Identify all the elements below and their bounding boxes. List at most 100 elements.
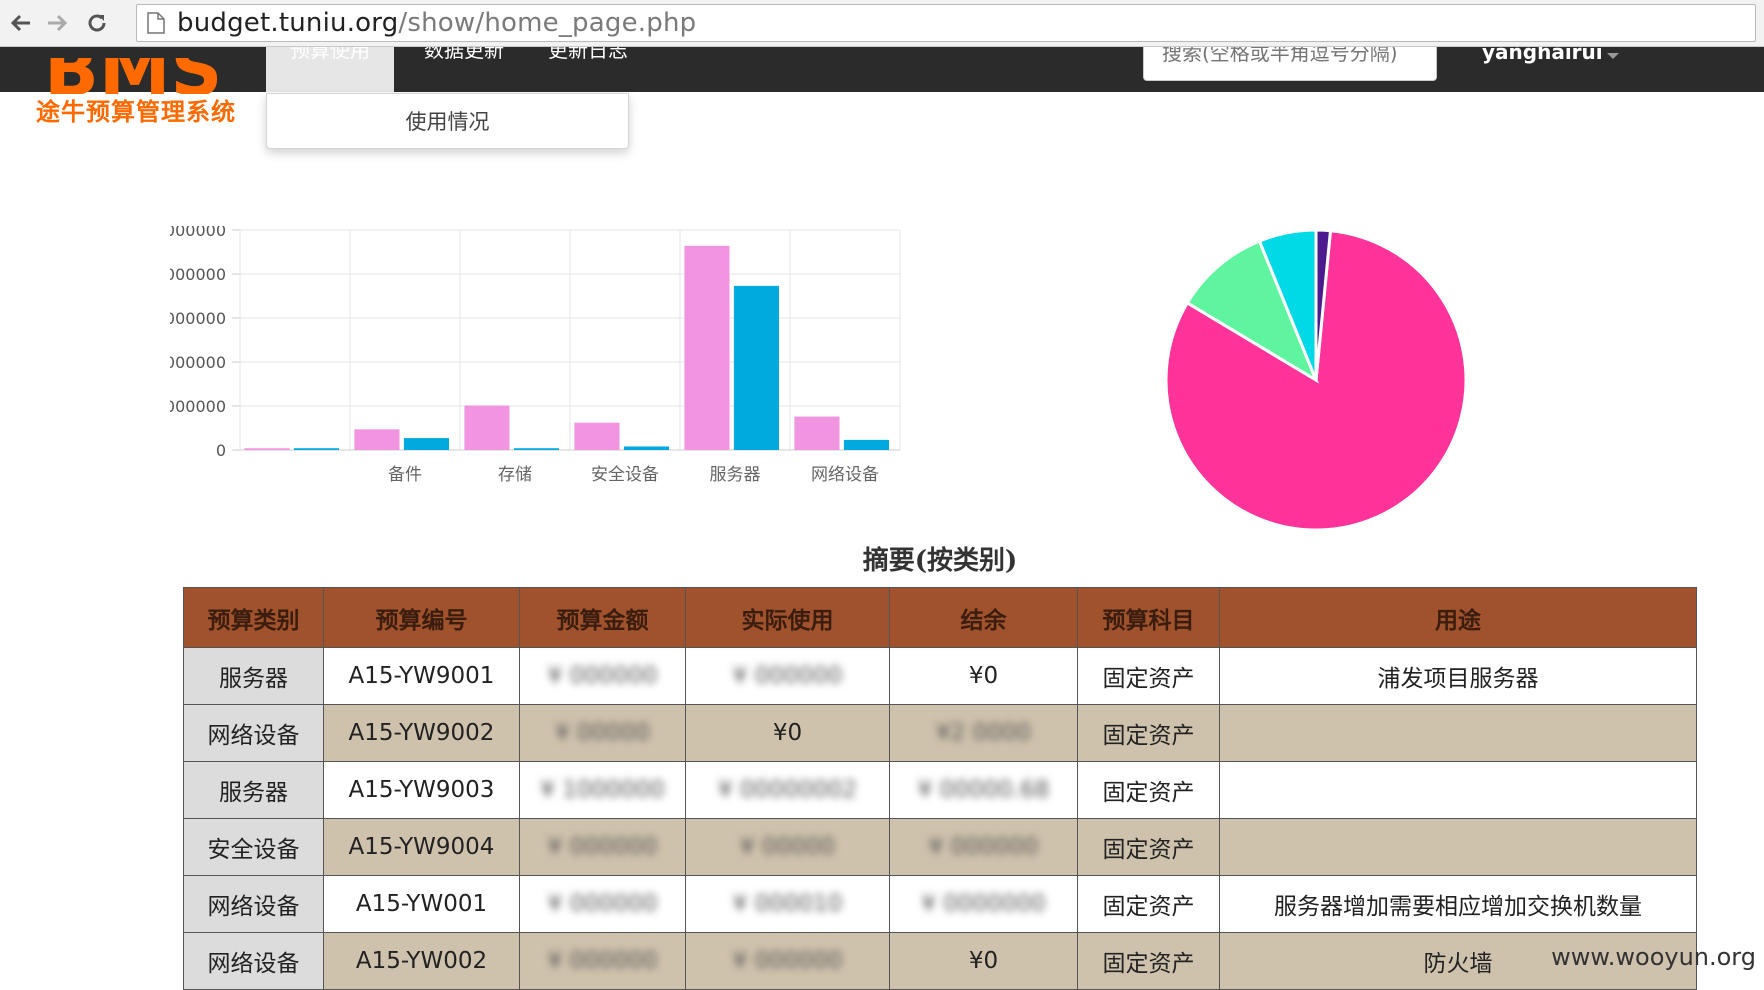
actual-value: ¥ 00000 [739,834,836,860]
y-tick-label: 4000000 [170,265,226,284]
search-box[interactable] [1143,47,1437,81]
usage-cell [1219,818,1697,876]
col-header: 预算类别 [183,587,324,648]
actual-bar[interactable] [403,438,449,450]
table-row: 网络设备 A15-YW001 ¥ 000000 ¥ 000010 ¥ 00000… [183,875,1697,933]
user-menu[interactable]: yanghairui [1482,47,1619,67]
budget-cell: ¥ 00000 [519,704,686,762]
code-cell: A15-YW9002 [323,704,520,762]
balance-value: ¥ 00000.68 [917,777,1050,803]
nav-label: 更新日志 [548,47,628,62]
budget-value: ¥ 000000 [547,891,658,917]
reload-icon [88,14,106,32]
nav-label: 预算使用 [290,47,370,62]
col-header: 结余 [889,587,1078,648]
actual-cell: ¥ 00000002 [685,761,890,819]
budget-value: ¥ 000000 [547,834,658,860]
caret-down-icon [1606,53,1619,59]
balance-cell: ¥2 0000 [889,704,1078,762]
url-host: budget.tuniu.org [177,8,399,38]
category-label: 存储 [498,465,532,485]
usage-cell [1219,761,1697,819]
usage-cell: 浦发项目服务器 [1219,647,1697,705]
reload-button[interactable] [80,6,114,40]
category-cell: 网络设备 [183,875,324,933]
table-header-row: 预算类别 预算编号 预算金额 实际使用 结余 预算科目 用途 [183,587,1697,648]
summary-table: 预算类别 预算编号 预算金额 实际使用 结余 预算科目 用途 服务器 A15-Y… [183,587,1697,990]
category-label: 网络设备 [811,465,879,485]
actual-value: ¥ 00000002 [717,777,857,803]
budget-bar[interactable] [684,245,730,450]
col-header: 预算金额 [519,587,686,648]
back-arrow-icon [10,14,30,32]
budget-pie-chart [1164,228,1468,532]
category-label: 安全设备 [591,465,659,485]
actual-bar[interactable] [293,448,339,450]
subject-cell: 固定资产 [1077,647,1220,705]
summary-title: 摘要(按类别) [862,546,1018,576]
y-tick-label: 5000000 [170,226,226,240]
dropdown-item-usage[interactable]: 使用情况 [406,106,490,136]
budget-cell: ¥ 000000 [519,647,686,705]
balance-cell: ¥ 0000000 [889,875,1078,933]
page-icon [147,12,165,34]
code-cell: A15-YW9001 [323,647,520,705]
category-cell: 服务器 [183,761,324,819]
nav-budget-usage[interactable]: 预算使用 [266,47,394,92]
actual-value: ¥ 000000 [732,663,843,689]
address-bar[interactable]: budget.tuniu.org/show/home_page.php [136,4,1756,42]
forward-button[interactable] [40,6,74,40]
col-header: 用途 [1219,587,1697,648]
budget-bar[interactable] [464,405,510,450]
nav-data-update[interactable]: 数据更新 [400,47,528,92]
forward-arrow-icon [48,14,68,32]
balance-value: ¥ 0000000 [921,891,1046,917]
budget-value: ¥ 000000 [547,948,658,974]
budget-cell: ¥ 000000 [519,875,686,933]
subject-cell: 固定资产 [1077,761,1220,819]
actual-bar[interactable] [623,446,669,450]
actual-cell: ¥ 000010 [685,875,890,933]
budget-bar-chart: 5000000 4000000 3000000 2000000 1000000 0 备件 存储… [170,226,901,485]
budget-cell: ¥ 000000 [519,818,686,876]
code-cell: A15-YW9003 [323,761,520,819]
y-tick-label: 0 [216,441,226,460]
nav-update-log[interactable]: 更新日志 [530,47,646,92]
table-row: 网络设备 A15-YW9002 ¥ 00000 ¥0 ¥2 0000 固定资产 [183,704,1697,762]
balance-value: ¥2 0000 [935,720,1032,746]
actual-bar[interactable] [733,285,779,450]
search-input[interactable] [1144,47,1436,69]
actual-cell: ¥ 00000 [685,818,890,876]
budget-bar[interactable] [244,448,290,450]
budget-value: ¥ 000000 [547,663,658,689]
category-cell: 网络设备 [183,704,324,762]
category-cell: 服务器 [183,647,324,705]
budget-bar[interactable] [794,416,840,450]
nav-label: 数据更新 [424,47,504,62]
usage-cell: 服务器增加需要相应增加交换机数量 [1219,875,1697,933]
actual-bar[interactable] [513,448,559,450]
url-text: budget.tuniu.org/show/home_page.php [177,8,696,38]
budget-bar[interactable] [574,422,620,450]
table-row: 安全设备 A15-YW9004 ¥ 000000 ¥ 00000 ¥ 00000… [183,818,1697,876]
logo-subtitle: 途牛预算管理系统 [36,98,236,126]
table-row: 服务器 A15-YW9001 ¥ 000000 ¥ 000000 ¥0 固定资产… [183,647,1697,705]
back-button[interactable] [4,6,38,40]
actual-value: ¥ 000010 [732,891,843,917]
category-cell: 安全设备 [183,818,324,876]
budget-cell: ¥ 1000000 [519,761,686,819]
budget-bar[interactable] [354,429,400,450]
code-cell: A15-YW9004 [323,818,520,876]
browser-toolbar: budget.tuniu.org/show/home_page.php [0,0,1764,47]
usage-cell [1219,704,1697,762]
watermark: www.wooyun.org [1551,943,1756,971]
y-tick-label: 2000000 [170,353,226,372]
balance-value: ¥ 000000 [928,834,1039,860]
actual-bar[interactable] [843,439,889,450]
subject-cell: 固定资产 [1077,818,1220,876]
actual-cell: ¥0 [685,704,890,762]
y-tick-label: 1000000 [170,397,226,416]
actual-cell: ¥ 000000 [685,647,890,705]
dropdown-menu: 使用情况 [266,93,629,149]
url-path: /show/home_page.php [398,8,697,38]
